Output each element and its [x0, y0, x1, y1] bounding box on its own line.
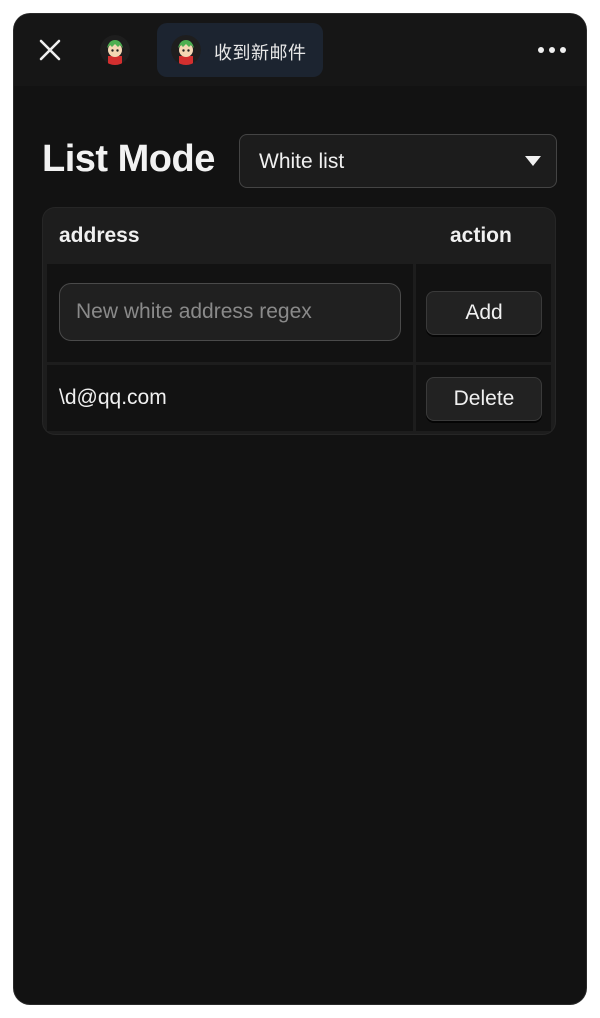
title-bar: 收到新邮件: [14, 14, 586, 86]
list-mode-select[interactable]: White list: [239, 134, 557, 188]
tab-new-mail[interactable]: 收到新邮件: [157, 23, 323, 77]
table-cell: Delete: [416, 365, 551, 431]
address-value: \d@qq.com: [59, 386, 167, 409]
caret-down-icon: [525, 156, 541, 166]
delete-button[interactable]: Delete: [426, 377, 542, 421]
address-table: address action Add \d@qq.com Delete: [43, 208, 555, 434]
column-header-address: address: [59, 224, 140, 247]
select-value: White list: [259, 150, 345, 173]
tab-label: 收到新邮件: [214, 43, 307, 64]
new-address-input[interactable]: [59, 283, 401, 341]
close-button[interactable]: [36, 36, 64, 64]
more-horizontal-icon: [538, 47, 566, 53]
more-button[interactable]: [536, 38, 568, 62]
avatar-icon: [100, 35, 130, 65]
add-button[interactable]: Add: [426, 291, 542, 335]
page-title: List Mode: [42, 138, 215, 180]
table-cell: Add: [416, 264, 551, 362]
table-cell: [47, 264, 413, 362]
avatar[interactable]: [100, 35, 130, 65]
avatar-icon: [171, 35, 201, 65]
avatar: [171, 35, 201, 65]
app-window: 收到新邮件 List Mode White list address actio…: [14, 14, 586, 1004]
close-icon: [39, 39, 61, 61]
column-header-action: action: [450, 224, 512, 247]
table-row: \d@qq.com: [47, 365, 413, 431]
